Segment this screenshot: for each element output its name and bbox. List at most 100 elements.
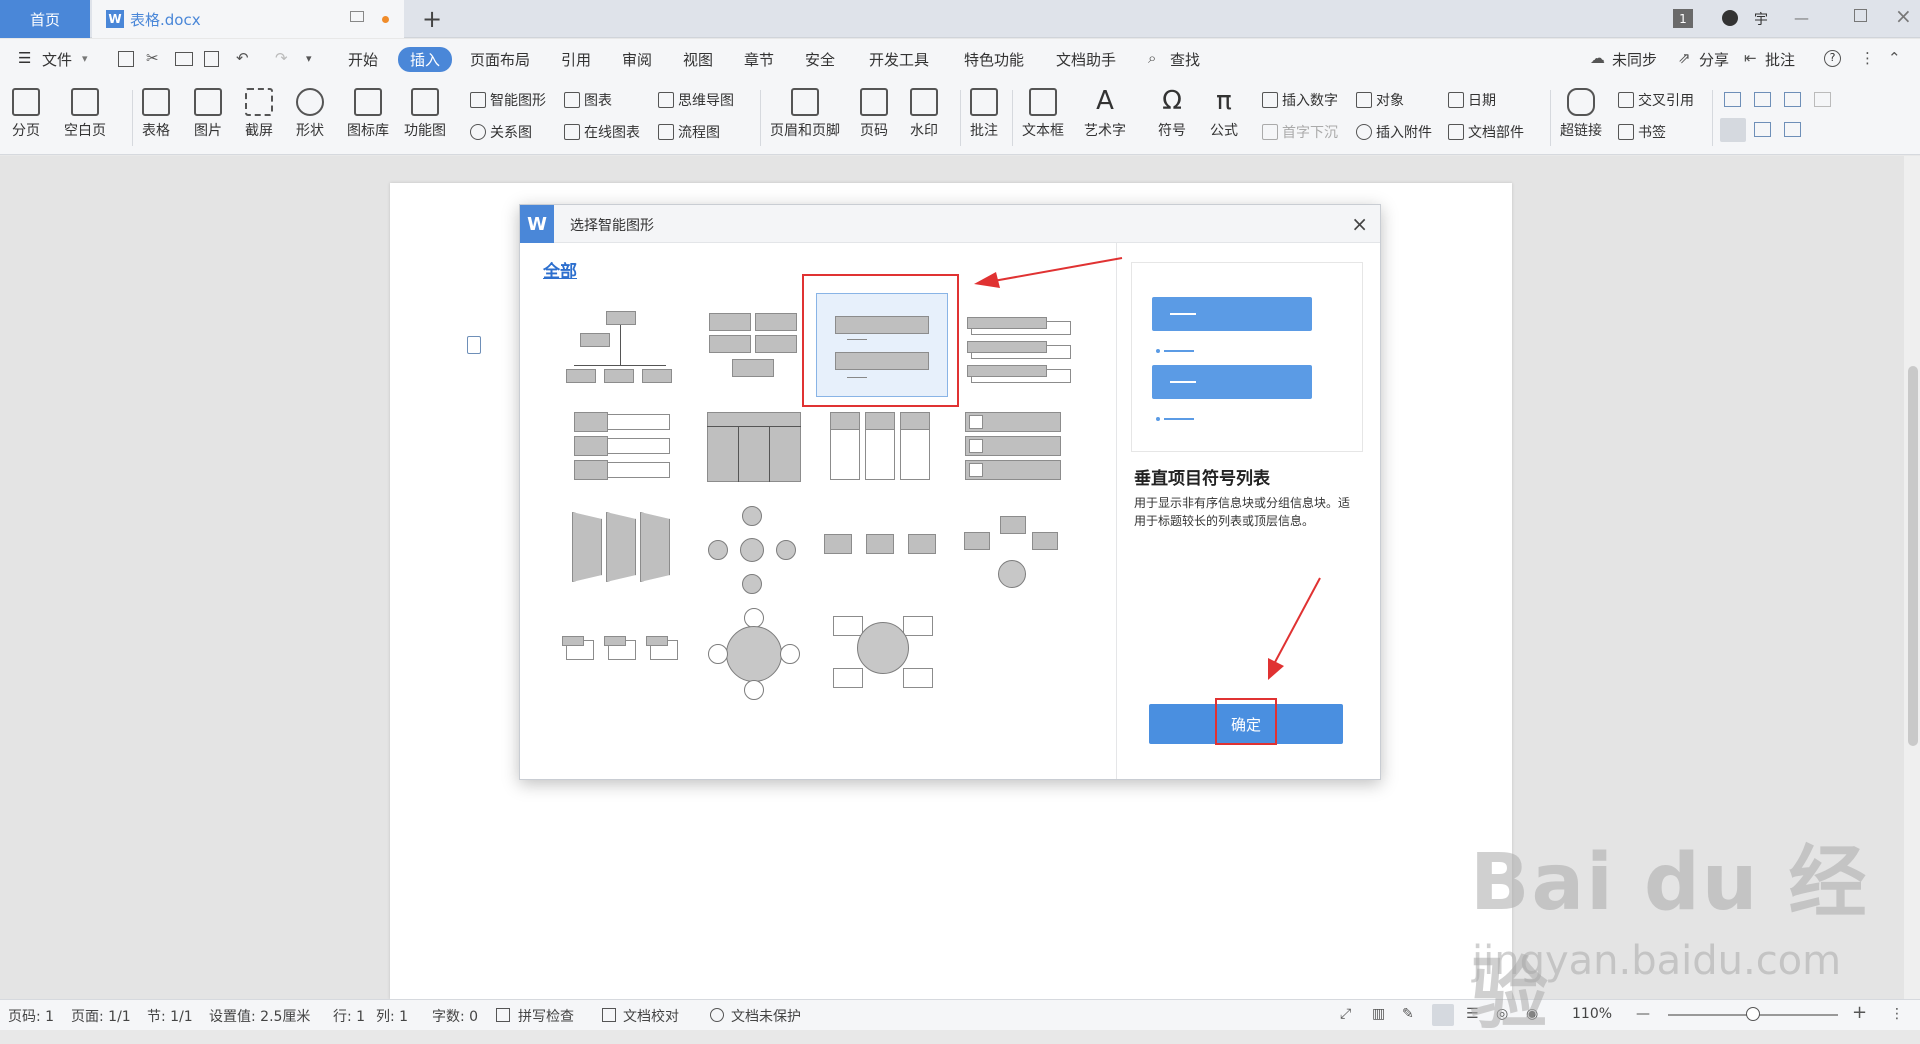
menu-features[interactable]: 特色功能 bbox=[964, 49, 1024, 70]
header-footer-button[interactable]: 页眉和页脚 bbox=[770, 88, 840, 140]
smart-graphic-converging-arrows[interactable] bbox=[962, 514, 1078, 610]
help-icon[interactable]: ? bbox=[1824, 50, 1841, 67]
properties-icon[interactable] bbox=[1754, 122, 1771, 137]
status-page[interactable]: 页码: 1 bbox=[8, 1006, 54, 1026]
new-tab-button[interactable]: + bbox=[420, 0, 444, 38]
watermark-button[interactable]: 水印 bbox=[910, 88, 938, 140]
online-chart-button[interactable]: 在线图表 bbox=[564, 122, 640, 142]
format-painter-icon[interactable]: ✂ bbox=[146, 49, 159, 67]
menu-insert[interactable]: 插入 bbox=[398, 47, 453, 72]
menu-developer[interactable]: 开发工具 bbox=[869, 49, 929, 70]
insert-number-button[interactable]: 插入数字 bbox=[1262, 90, 1338, 110]
icon-library-button[interactable]: 图标库 bbox=[347, 88, 389, 140]
doc-parts-button[interactable]: 文档部件 bbox=[1448, 122, 1524, 142]
redo-icon[interactable]: ↷ bbox=[275, 49, 288, 67]
fullscreen-icon[interactable]: ⤢ bbox=[1340, 1006, 1351, 1022]
image-field-icon[interactable] bbox=[1814, 92, 1831, 107]
protect-status[interactable]: 文档未保护 bbox=[731, 1006, 801, 1026]
hyperlink-button[interactable]: 超链接 bbox=[1560, 88, 1602, 140]
scrollbar-thumb[interactable] bbox=[1908, 366, 1918, 746]
comment-menu[interactable]: 批注 bbox=[1765, 49, 1795, 70]
save-icon[interactable] bbox=[118, 51, 134, 67]
paragraph-handle-icon[interactable] bbox=[467, 336, 481, 354]
monitor-icon[interactable] bbox=[350, 11, 364, 22]
menu-view[interactable]: 视图 bbox=[683, 49, 713, 70]
share-button[interactable]: 分享 bbox=[1699, 49, 1729, 70]
status-row[interactable]: 行: 1 bbox=[333, 1006, 365, 1026]
status-section[interactable]: 节: 1/1 bbox=[147, 1006, 193, 1026]
table-button[interactable]: 表格 bbox=[142, 88, 170, 140]
function-chart-button[interactable]: 功能图 bbox=[404, 88, 446, 140]
more-icon[interactable]: ▾ bbox=[306, 52, 312, 65]
menu-doc-assistant[interactable]: 文档助手 bbox=[1056, 49, 1116, 70]
page-number-button[interactable]: 页码 bbox=[860, 88, 888, 140]
share-icon[interactable]: ⇗ bbox=[1678, 49, 1691, 67]
proofread-button[interactable]: 文档校对 bbox=[623, 1006, 679, 1026]
menu-chapter[interactable]: 章节 bbox=[744, 49, 774, 70]
status-word-count[interactable]: 字数: 0 bbox=[432, 1006, 478, 1026]
avatar[interactable] bbox=[1722, 10, 1738, 26]
read-mode-icon[interactable]: ▥ bbox=[1372, 1006, 1385, 1022]
drop-cap-button[interactable]: 首字下沉 bbox=[1262, 122, 1338, 142]
screenshot-button[interactable]: 截屏 bbox=[245, 88, 273, 140]
page-break-button[interactable]: 分页 bbox=[12, 88, 40, 140]
status-col[interactable]: 列: 1 bbox=[376, 1006, 408, 1026]
form-field-icon[interactable] bbox=[1724, 92, 1741, 107]
print-icon[interactable] bbox=[175, 52, 193, 66]
file-menu[interactable]: 文件 bbox=[42, 49, 72, 70]
smart-graphic-table-hierarchy[interactable] bbox=[705, 410, 821, 506]
smart-graphic-trapezoid-list[interactable] bbox=[570, 510, 686, 606]
minimize-icon[interactable]: — bbox=[1794, 9, 1809, 27]
menu-references[interactable]: 引用 bbox=[561, 49, 591, 70]
formula-button[interactable]: π 公式 bbox=[1210, 88, 1238, 140]
user-name[interactable]: 宇 bbox=[1754, 9, 1768, 29]
page-view-button[interactable] bbox=[1432, 1004, 1454, 1026]
more-options-icon[interactable]: ⋮ bbox=[1860, 49, 1875, 67]
comment-icon[interactable]: ⇤ bbox=[1744, 49, 1757, 67]
menu-review[interactable]: 审阅 bbox=[622, 49, 652, 70]
status-pages[interactable]: 页面: 1/1 bbox=[71, 1006, 131, 1026]
text-box-button[interactable]: 文本框 bbox=[1022, 88, 1064, 140]
cross-reference-button[interactable]: 交叉引用 bbox=[1618, 90, 1694, 110]
cloud-icon[interactable]: ☁ bbox=[1590, 49, 1605, 67]
smart-graphic-circle-hub[interactable] bbox=[706, 606, 822, 702]
smart-graphic-column-list[interactable] bbox=[830, 410, 946, 506]
search-icon[interactable]: ⌕ bbox=[1148, 49, 1156, 67]
sync-status[interactable]: 未同步 bbox=[1612, 49, 1657, 70]
chevron-down-icon[interactable]: ▾ bbox=[82, 52, 88, 65]
undo-icon[interactable]: ↶ bbox=[236, 49, 249, 67]
smart-graphic-quadrant-cycle[interactable] bbox=[833, 612, 949, 708]
group-icon[interactable] bbox=[1784, 122, 1801, 137]
relation-chart-button[interactable]: 关系图 bbox=[470, 122, 532, 142]
word-art-button[interactable]: A 艺术字 bbox=[1084, 88, 1126, 140]
smart-graphic-label-list[interactable] bbox=[562, 410, 678, 506]
smart-graphic-stacked-list[interactable] bbox=[963, 303, 1079, 399]
menu-page-layout[interactable]: 页面布局 bbox=[470, 49, 530, 70]
flowchart-button[interactable]: 流程图 bbox=[658, 122, 720, 142]
close-window-icon[interactable]: × bbox=[1895, 4, 1912, 28]
smart-graphic-step-process[interactable] bbox=[562, 634, 678, 730]
smart-graphic-button[interactable]: 智能图形 bbox=[470, 90, 546, 110]
menu-start[interactable]: 开始 bbox=[348, 49, 378, 70]
menu-security[interactable]: 安全 bbox=[805, 49, 835, 70]
mind-map-button[interactable]: 思维导图 bbox=[658, 90, 734, 110]
design-mode-button[interactable] bbox=[1720, 118, 1746, 142]
category-all-link[interactable]: 全部 bbox=[543, 257, 577, 282]
smart-graphic-radial-cycle[interactable] bbox=[708, 506, 824, 602]
status-setting[interactable]: 设置值: 2.5厘米 bbox=[209, 1006, 310, 1026]
edit-mode-icon[interactable]: ✎ bbox=[1402, 1006, 1414, 1022]
spell-check-button[interactable]: 拼写检查 bbox=[518, 1006, 574, 1026]
close-icon[interactable]: × bbox=[1351, 212, 1368, 236]
print-preview-icon[interactable] bbox=[204, 51, 219, 67]
smart-graphic-picture-list[interactable] bbox=[965, 410, 1081, 506]
picture-button[interactable]: 图片 bbox=[194, 88, 222, 140]
date-button[interactable]: 日期 bbox=[1448, 90, 1496, 110]
tab-document[interactable]: W 表格.docx bbox=[92, 0, 404, 38]
shape-button[interactable]: 形状 bbox=[296, 88, 324, 140]
symbol-button[interactable]: Ω 符号 bbox=[1158, 88, 1186, 140]
checkbox-field-icon[interactable] bbox=[1754, 92, 1771, 107]
blank-page-button[interactable]: 空白页 bbox=[64, 88, 106, 140]
menu-find[interactable]: 查找 bbox=[1170, 49, 1200, 70]
bookmark-button[interactable]: 书签 bbox=[1618, 122, 1666, 142]
collapse-ribbon-icon[interactable]: ⌃ bbox=[1888, 49, 1901, 67]
